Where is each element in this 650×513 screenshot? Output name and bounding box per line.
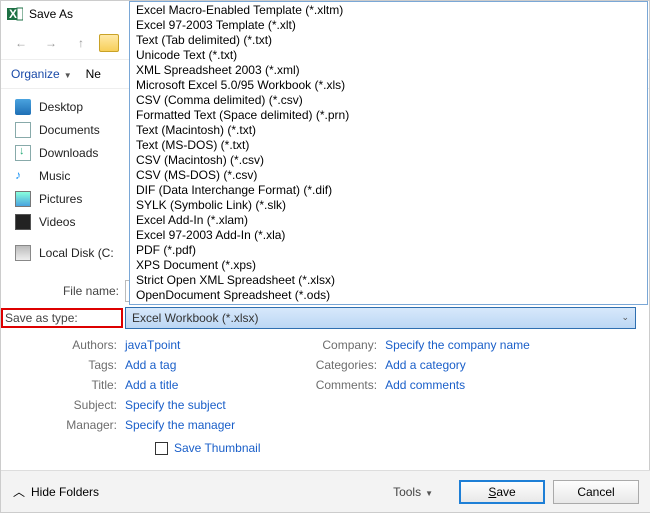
- authors-value[interactable]: javaTpoint: [125, 338, 180, 352]
- list-item[interactable]: Text (Tab delimited) (*.txt): [130, 33, 647, 48]
- comments-value[interactable]: Add comments: [385, 378, 465, 392]
- new-button-fragment[interactable]: Ne: [86, 67, 101, 81]
- organize-button[interactable]: Organize▼: [11, 67, 72, 81]
- list-item[interactable]: Microsoft Excel 5.0/95 Workbook (*.xls): [130, 78, 647, 93]
- list-item[interactable]: DIF (Data Interchange Format) (*.dif): [130, 183, 647, 198]
- save-as-type-value: Excel Workbook (*.xlsx): [132, 311, 258, 325]
- save-thumbnail-checkbox[interactable]: [155, 442, 168, 455]
- excel-icon: X: [7, 6, 23, 22]
- forward-icon: →: [39, 31, 63, 55]
- videos-icon: [15, 214, 31, 230]
- svg-text:X: X: [9, 7, 17, 21]
- back-icon[interactable]: ←: [9, 31, 33, 55]
- manager-value[interactable]: Specify the manager: [125, 418, 235, 432]
- title-label: Title:: [1, 378, 125, 392]
- desktop-icon: [15, 99, 31, 115]
- sidebar-item-documents[interactable]: Documents: [15, 118, 141, 141]
- manager-label: Manager:: [1, 418, 125, 432]
- cancel-button[interactable]: Cancel: [553, 480, 639, 504]
- documents-icon: [15, 122, 31, 138]
- file-name-label: File name:: [1, 284, 125, 298]
- list-item[interactable]: Excel Macro-Enabled Template (*.xltm): [130, 3, 647, 18]
- save-thumbnail-label: Save Thumbnail: [174, 441, 261, 455]
- sidebar-item-music[interactable]: ♪Music: [15, 164, 141, 187]
- folder-icon: [99, 34, 119, 52]
- company-value[interactable]: Specify the company name: [385, 338, 530, 352]
- list-item[interactable]: Strict Open XML Spreadsheet (*.xlsx): [130, 273, 647, 288]
- list-item[interactable]: Unicode Text (*.txt): [130, 48, 647, 63]
- list-item[interactable]: Excel Add-In (*.xlam): [130, 213, 647, 228]
- company-label: Company:: [295, 338, 385, 352]
- comments-label: Comments:: [295, 378, 385, 392]
- save-as-type-label-wrap: Save as type:: [1, 308, 125, 328]
- lower-panel: File name: Save as type: Excel Workbook …: [1, 279, 650, 455]
- list-item[interactable]: Excel 97-2003 Add-In (*.xla): [130, 228, 647, 243]
- list-item[interactable]: Formatted Text (Space delimited) (*.prn): [130, 108, 647, 123]
- tags-value[interactable]: Add a tag: [125, 358, 176, 372]
- save-as-type-combobox[interactable]: Excel Workbook (*.xlsx) ⌄: [125, 307, 636, 329]
- list-item[interactable]: CSV (MS-DOS) (*.csv): [130, 168, 647, 183]
- list-item[interactable]: SYLK (Symbolic Link) (*.slk): [130, 198, 647, 213]
- authors-label: Authors:: [1, 338, 125, 352]
- window-title: Save As: [29, 7, 73, 21]
- categories-label: Categories:: [295, 358, 385, 372]
- list-item[interactable]: PDF (*.pdf): [130, 243, 647, 258]
- list-item[interactable]: CSV (Macintosh) (*.csv): [130, 153, 647, 168]
- subject-label: Subject:: [1, 398, 125, 412]
- sidebar-item-desktop[interactable]: Desktop: [15, 95, 141, 118]
- disk-icon: [15, 245, 31, 261]
- sidebar-item-pictures[interactable]: Pictures: [15, 187, 141, 210]
- list-item[interactable]: OpenDocument Spreadsheet (*.ods): [130, 288, 647, 303]
- downloads-icon: [15, 145, 31, 161]
- subject-value[interactable]: Specify the subject: [125, 398, 226, 412]
- sidebar-item-local-disk[interactable]: Local Disk (C:: [15, 241, 141, 264]
- pictures-icon: [15, 191, 31, 207]
- up-icon[interactable]: ↑: [69, 31, 93, 55]
- list-item[interactable]: XML Spreadsheet 2003 (*.xml): [130, 63, 647, 78]
- tools-button[interactable]: Tools▼: [393, 485, 433, 499]
- sidebar-item-videos[interactable]: Videos: [15, 210, 141, 233]
- sidebar: Desktop Documents Downloads ♪Music Pictu…: [1, 89, 141, 270]
- sidebar-item-downloads[interactable]: Downloads: [15, 141, 141, 164]
- list-item[interactable]: XPS Document (*.xps): [130, 258, 647, 273]
- footer: ︿ Hide Folders Tools▼ Save Cancel: [1, 470, 650, 512]
- save-button[interactable]: Save: [459, 480, 545, 504]
- categories-value[interactable]: Add a category: [385, 358, 466, 372]
- chevron-down-icon: ⌄: [621, 312, 629, 323]
- hide-folders-button[interactable]: ︿ Hide Folders: [13, 483, 99, 500]
- chevron-up-icon: ︿: [13, 483, 25, 500]
- list-item[interactable]: Text (MS-DOS) (*.txt): [130, 138, 647, 153]
- list-item[interactable]: CSV (Comma delimited) (*.csv): [130, 93, 647, 108]
- list-item[interactable]: Excel 97-2003 Template (*.xlt): [130, 18, 647, 33]
- list-item[interactable]: Text (Macintosh) (*.txt): [130, 123, 647, 138]
- title-value[interactable]: Add a title: [125, 378, 178, 392]
- music-icon: ♪: [15, 168, 31, 184]
- tags-label: Tags:: [1, 358, 125, 372]
- save-as-type-dropdown-list[interactable]: Excel Macro-Enabled Template (*.xltm) Ex…: [129, 1, 648, 305]
